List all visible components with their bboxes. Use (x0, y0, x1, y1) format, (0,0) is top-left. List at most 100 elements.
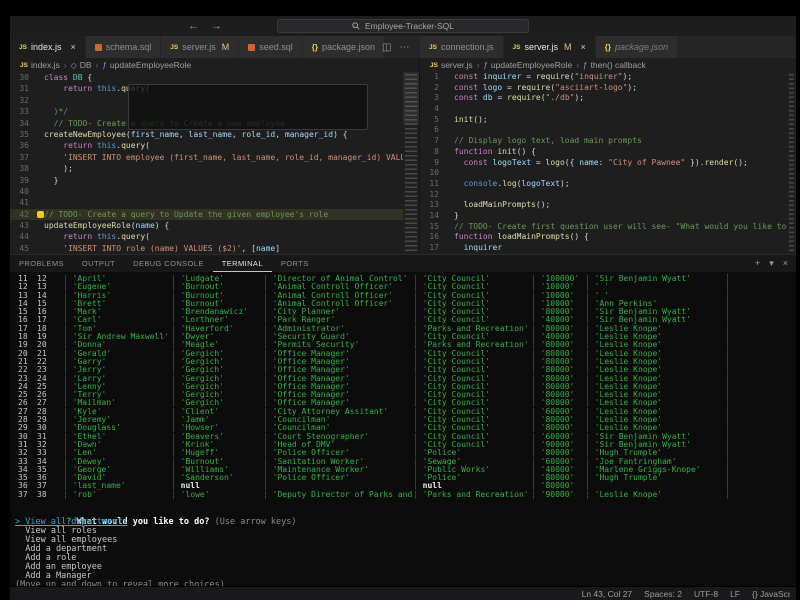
code-text: // TODO- Create a query to Update the gi… (44, 209, 329, 219)
table-cell: │ '10000' (531, 291, 575, 300)
command-center-search[interactable]: Employee-Tracker-SQL (277, 19, 529, 33)
table-cell: │ 'Gergich' (171, 399, 224, 408)
table-cell: │ 'City Council' (413, 349, 491, 358)
terminal-table-row: 28 29 │ 'Jeremy' │ 'Jamm' │ 'Councilman' │ 'C… (15, 415, 796, 424)
panel-tab-debug-console[interactable]: DEBUG CONSOLE (124, 255, 213, 272)
editor-pane-left: JS index.js › ◇ DB › ƒ updateEmployeeRole 30 cla… (10, 58, 420, 254)
chevron-down-icon[interactable]: ▾ (769, 258, 774, 269)
terminal-table-row: 36 37 │ 'last_name' │ null │ │ null │ '80000'… (15, 482, 796, 491)
prompt-option[interactable]: Add an employee (15, 563, 796, 572)
code-line: 1 const inquirer = require("inquirer"); (420, 72, 796, 83)
table-cell: │ 'Kyle' (63, 407, 102, 416)
prompt-option[interactable]: View all employees (15, 536, 796, 545)
table-cell: │ 'City Council' (413, 366, 491, 375)
lightbulb-icon[interactable] (37, 210, 44, 218)
table-cell: │ 'Police Officer' (263, 449, 350, 458)
tab-package.json[interactable]: {} package.json (302, 36, 386, 58)
code-line: 6 (420, 125, 796, 136)
tab-server.js[interactable]: JS server.js M × (503, 36, 596, 58)
terminal-view[interactable]: 11 12 │ 'April' │ 'Ludgate' │ 'Director of A… (10, 272, 796, 586)
code-editor-index-js[interactable]: 30 class DB {31 return this.query(32 33 )*… (10, 72, 419, 254)
line-number: 7 (434, 136, 439, 146)
table-cell: │ 'Leslie Knope' (585, 490, 663, 499)
table-cell: │ '60000' (531, 457, 575, 466)
table-cell: │ 'Sir Benjamin Wyatt' (585, 440, 691, 449)
minimap-slider[interactable] (403, 72, 419, 124)
code-text: inquirer (463, 243, 503, 252)
tab-connection.js[interactable]: JS connection.js (420, 36, 504, 58)
table-cell: │ 'Leslie Knope' (585, 349, 663, 358)
prompt-option[interactable]: View all roles (15, 527, 796, 536)
breadcrumb-item[interactable]: JS server.js (430, 60, 473, 70)
new-terminal-icon[interactable]: + (755, 258, 760, 269)
table-cell: │ 'David' (63, 474, 107, 483)
tab-server.js[interactable]: JS server.js M (161, 36, 240, 58)
table-cell: │ 'Gergich' (171, 357, 224, 366)
breadcrumb-item[interactable]: ƒ then() callback (583, 60, 646, 70)
panel-tab-terminal[interactable]: TERMINAL (213, 255, 272, 272)
panel-tab-strip: PROBLEMS OUTPUT DEBUG CONSOLE TERMINAL PORTS (10, 255, 318, 272)
tab-index.js[interactable]: JS index.js × (10, 36, 86, 58)
history-back-icon[interactable]: ← (188, 20, 199, 32)
breadcrumb-item[interactable]: JS index.js (20, 60, 60, 70)
line-number: 34 (19, 118, 29, 128)
tab-schema.sql[interactable]: schema.sql (85, 36, 162, 58)
code-text: 'INSERT INTO role (name) VALUES ($2)', [… (44, 243, 281, 253)
close-tab-icon[interactable]: × (580, 42, 585, 52)
status-item[interactable]: Ln 43, Col 27 (582, 589, 633, 599)
table-cell: │ 'Burnout' (171, 457, 224, 466)
line-number: 31 (19, 84, 29, 94)
prompt-option[interactable]: Add a department (15, 545, 796, 554)
close-tab-icon[interactable]: × (70, 42, 75, 52)
code-editor-server-js[interactable]: 1 const inquirer = require("inquirer"); 2 c… (420, 72, 796, 254)
code-text: const inquirer = require("inquirer"); (454, 72, 633, 81)
code-line: 7 // Display logo text, load main prompts (420, 136, 796, 147)
status-item[interactable]: LF (730, 589, 740, 599)
code-line: 39 } (10, 175, 419, 186)
table-cell: │ 'Park Ranger' (263, 316, 336, 325)
breadcrumb-item[interactable]: ƒ updateEmployeeRole (102, 60, 191, 70)
table-cell: │ ' ' (585, 283, 610, 292)
code-text: // Display logo text, load main prompts (454, 136, 642, 146)
table-cell: │ 'Police' (413, 449, 462, 458)
table-cell: │ 'Haverford' (171, 324, 234, 333)
split-editor-icon[interactable]: ◫ (382, 42, 391, 53)
table-cell: │ 'City Planner' (263, 308, 341, 317)
line-number: 13 (429, 200, 439, 210)
table-cell: │ '80000' (531, 341, 575, 350)
terminal-table-row: 15 16 │ 'Mark' │ 'Brendanawicz' │ 'City Plan… (15, 307, 796, 317)
panel-tab-output[interactable]: OUTPUT (73, 255, 124, 272)
close-panel-icon[interactable]: × (783, 258, 788, 269)
tab-package.json[interactable]: {} package.json (595, 36, 679, 58)
table-cell: │ 'Gergich' (171, 349, 224, 358)
table-cell: │ '100000' (531, 275, 580, 283)
terminal-table-row: 24 25 │ 'Lenny' │ 'Gergich' │ 'Office Manage… (15, 382, 796, 391)
language-mode-indicator[interactable]: {} JavaScript (752, 589, 790, 599)
breadcrumb-item[interactable]: ◇ DB (71, 60, 92, 70)
code-line: 41 (10, 197, 419, 208)
line-number: 30 (19, 73, 29, 82)
history-forward-icon[interactable]: → (211, 20, 222, 32)
breadcrumb-item[interactable]: ƒ updateEmployeeRole (483, 60, 572, 70)
status-item[interactable]: Spaces: 2 (644, 589, 682, 599)
code-text: updateEmployeeRole(name) { (44, 221, 170, 231)
table-cell: │ 'Douglass' (63, 424, 121, 433)
table-cell: │ 'Sir Benjamin Wyatt' (585, 316, 691, 325)
minimap-right[interactable] (787, 72, 796, 254)
table-cell: │ 'Lenny' (63, 382, 107, 391)
table-cell: │ 'Animal Controll Officer' (263, 283, 394, 292)
symbol-icon: ƒ (483, 60, 488, 70)
panel-tab-ports[interactable]: PORTS (272, 255, 318, 272)
more-actions-icon[interactable]: ⋯ (399, 42, 409, 53)
status-item[interactable]: UTF-8 (694, 589, 718, 599)
prompt-option[interactable]: Add a role (15, 554, 796, 563)
table-cell: │ 'Leslie Knope' (585, 324, 663, 333)
table-cell: │ 'Permits Security' (263, 341, 360, 350)
tab-seed.sql[interactable]: seed.sql (239, 36, 303, 58)
table-cell: │ null (413, 482, 442, 491)
table-cell: │ 'Leslie Knope' (585, 341, 663, 350)
panel-tab-problems[interactable]: PROBLEMS (10, 255, 73, 272)
minimap-left[interactable] (403, 72, 419, 254)
table-cell: │ 'City Council' (413, 382, 491, 391)
